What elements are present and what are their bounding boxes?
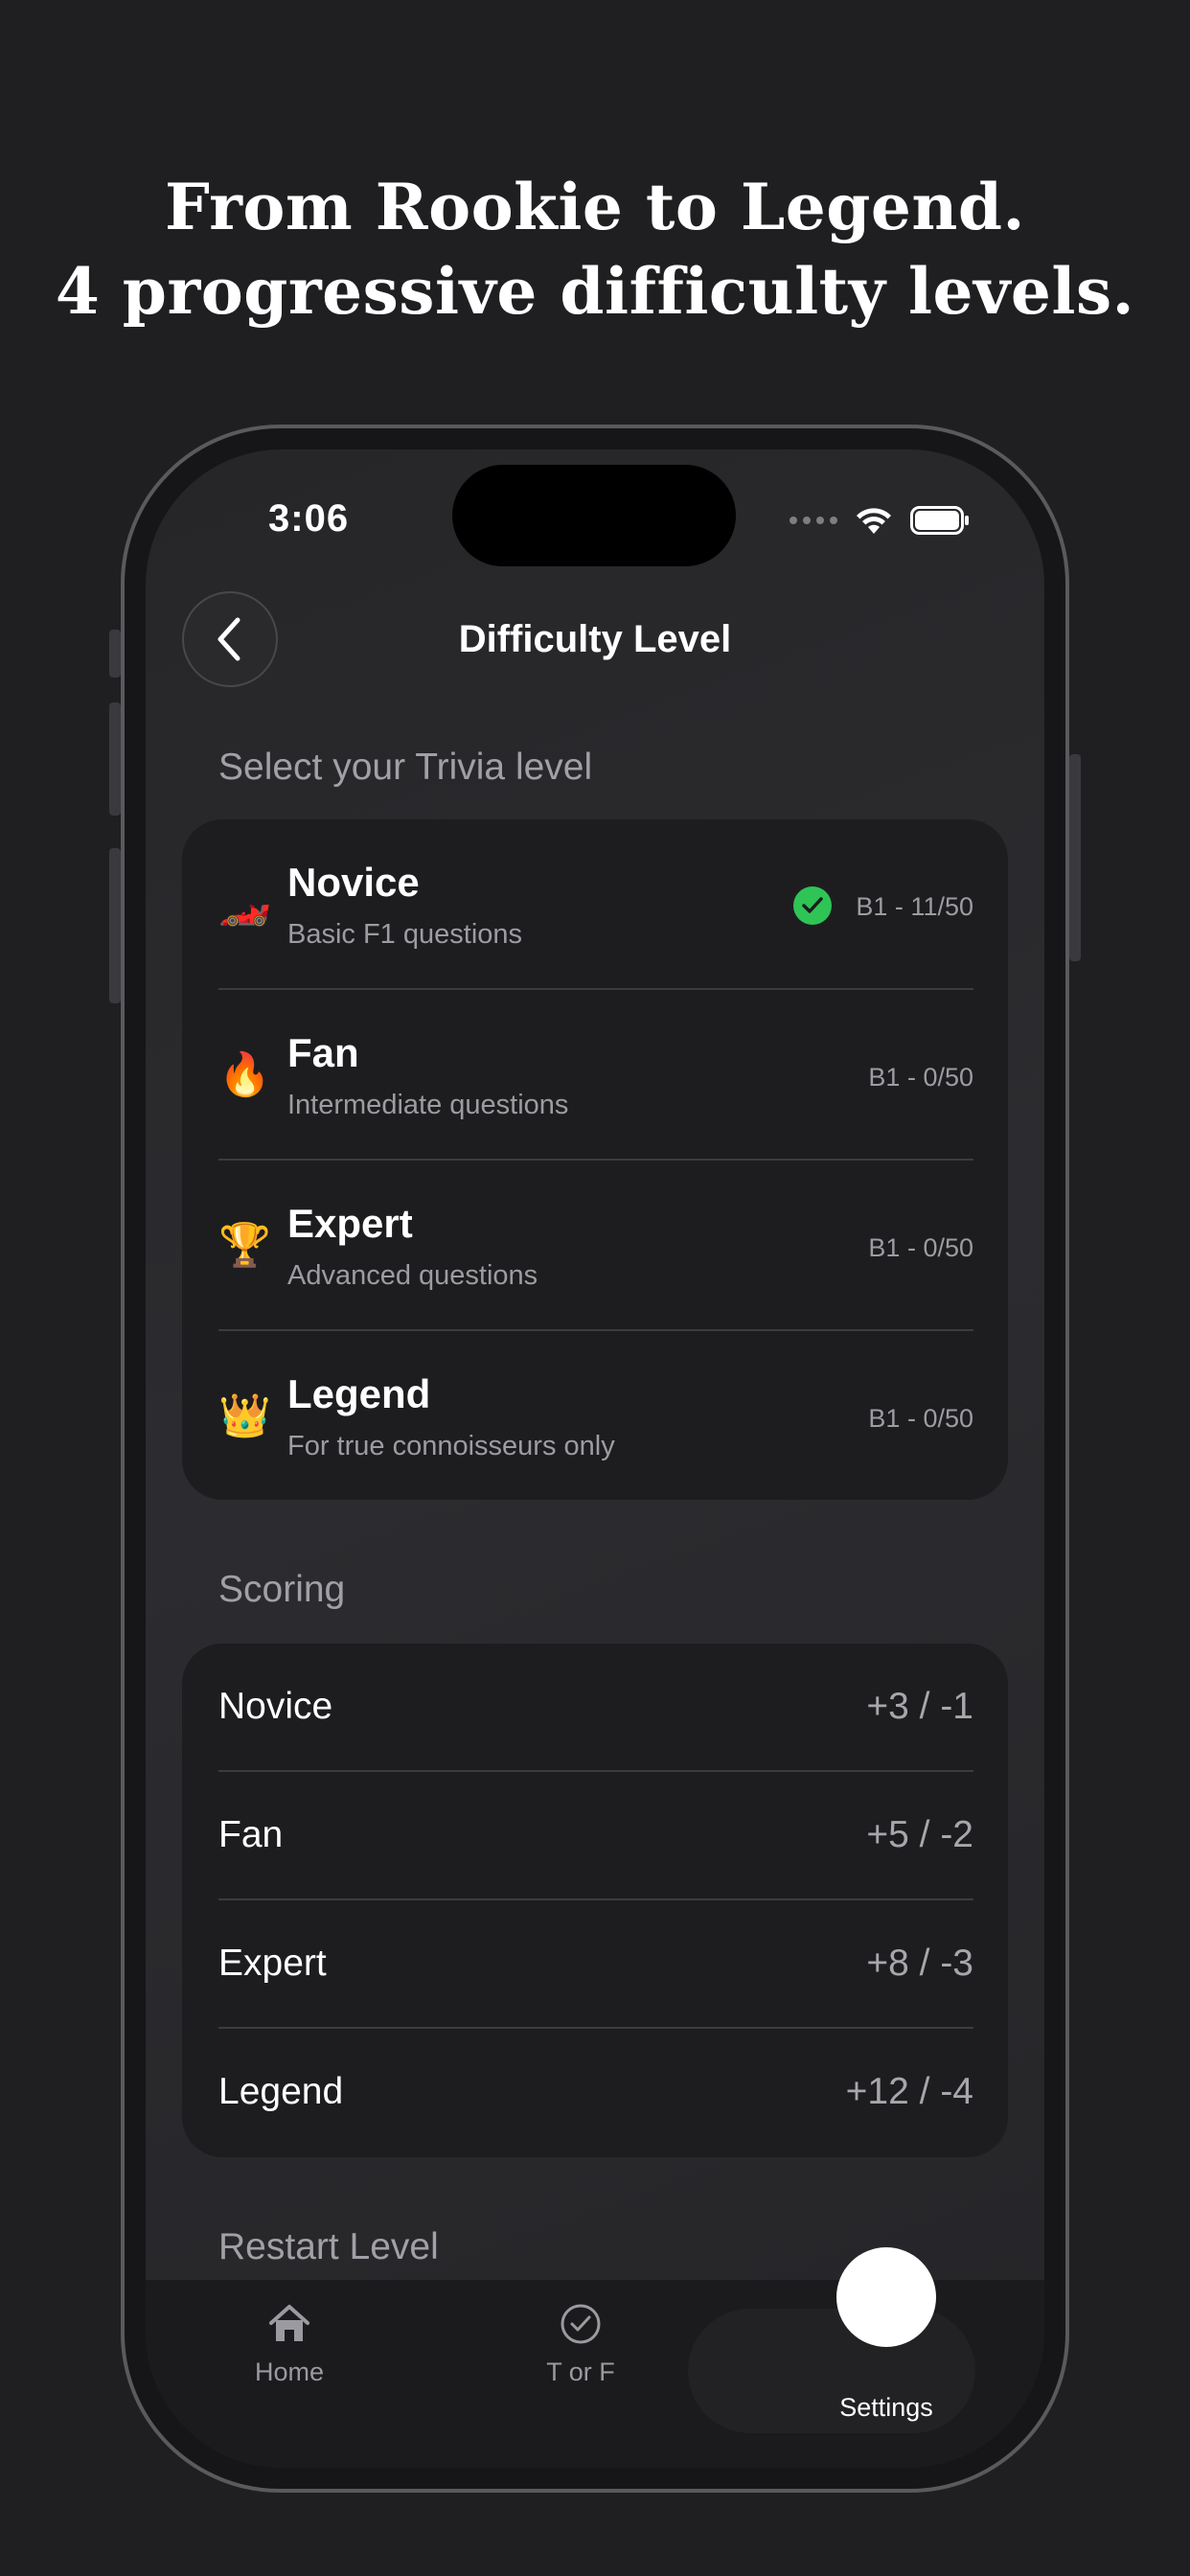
score-row-novice: Novice +3 / -1	[218, 1644, 973, 1772]
restart-section-label: Restart Level	[218, 2226, 439, 2267]
score-level-name: Legend	[218, 2071, 344, 2112]
level-description: Advanced questions	[287, 1260, 538, 1291]
page-title: Difficulty Level	[458, 618, 732, 660]
tab-label: Settings	[839, 2393, 933, 2422]
score-row-expert: Expert +8 / -3	[218, 1900, 973, 2029]
phone-screen: 3:06 Difficulty Level Select your Trivia…	[146, 449, 1044, 2468]
wifi-icon	[857, 508, 891, 534]
score-row-legend: Legend +12 / -4	[218, 2029, 973, 2157]
tab-settings[interactable]: Settings	[790, 2385, 982, 2423]
checkmark-circle-icon	[561, 2304, 601, 2344]
battery-icon	[910, 506, 969, 535]
status-icons	[790, 503, 970, 538]
score-level-name: Novice	[218, 1686, 333, 1727]
cellular-dots-icon	[790, 517, 837, 524]
status-time: 3:06	[268, 497, 350, 540]
level-name: Novice	[287, 860, 420, 905]
headline-line-2: 4 progressive difficulty levels.	[55, 254, 1135, 329]
dynamic-island	[452, 465, 736, 566]
race-car-icon: 🏎️	[218, 881, 271, 928]
score-value: +8 / -3	[866, 1943, 973, 1984]
score-level-name: Expert	[218, 1943, 327, 1984]
level-description: Intermediate questions	[287, 1090, 569, 1120]
score-level-name: Fan	[218, 1814, 284, 1855]
tab-label: T or F	[546, 2358, 615, 2386]
level-progress: B1 - 0/50	[868, 1404, 973, 1433]
level-description: For true connoisseurs only	[287, 1431, 615, 1461]
settings-icon[interactable]	[836, 2247, 936, 2347]
headline-line-1: From Rookie to Legend.	[164, 170, 1026, 244]
phone-volume-down-button	[109, 848, 121, 1003]
level-progress: B1 - 11/50	[856, 892, 973, 921]
level-row-novice[interactable]: 🏎️ Novice Basic F1 questions B1 - 11/50	[218, 819, 973, 990]
score-row-fan: Fan +5 / -2	[218, 1772, 973, 1900]
levels-card: 🏎️ Novice Basic F1 questions B1 - 11/50 …	[182, 819, 1008, 1500]
tab-true-or-false[interactable]: T or F	[485, 2303, 676, 2387]
level-row-fan[interactable]: 🔥 Fan Intermediate questions B1 - 0/50	[218, 990, 973, 1161]
level-name: Legend	[287, 1371, 431, 1416]
tab-bar: Home T or F Settings	[146, 2247, 1044, 2468]
phone-volume-up-button	[109, 702, 121, 816]
level-description: Basic F1 questions	[287, 919, 523, 950]
level-name: Fan	[287, 1030, 359, 1075]
levels-section-label: Select your Trivia level	[218, 747, 593, 788]
level-row-expert[interactable]: 🏆 Expert Advanced questions B1 - 0/50	[218, 1161, 973, 1331]
score-value: +5 / -2	[866, 1814, 973, 1855]
level-name: Expert	[287, 1201, 413, 1246]
score-value: +12 / -4	[845, 2071, 973, 2112]
phone-action-button	[109, 630, 121, 678]
crown-icon: 👑	[218, 1392, 271, 1439]
score-value: +3 / -1	[866, 1686, 973, 1727]
house-icon	[269, 2305, 309, 2341]
level-progress: B1 - 0/50	[868, 1063, 973, 1092]
tab-home[interactable]: Home	[194, 2303, 385, 2387]
scoring-card: Novice +3 / -1 Fan +5 / -2 Expert +8 / -…	[182, 1644, 1008, 2157]
fire-icon: 🔥	[218, 1051, 271, 1098]
tab-label: Home	[254, 2358, 325, 2386]
level-row-legend[interactable]: 👑 Legend For true connoisseurs only B1 -…	[218, 1331, 973, 1500]
scoring-section-label: Scoring	[218, 1569, 346, 1610]
checkmark-icon	[793, 886, 832, 925]
phone-power-button	[1069, 754, 1081, 961]
marketing-headline: From Rookie to Legend. 4 progressive dif…	[0, 165, 1190, 334]
trophy-icon: 🏆	[218, 1222, 271, 1269]
level-progress: B1 - 0/50	[868, 1233, 973, 1262]
